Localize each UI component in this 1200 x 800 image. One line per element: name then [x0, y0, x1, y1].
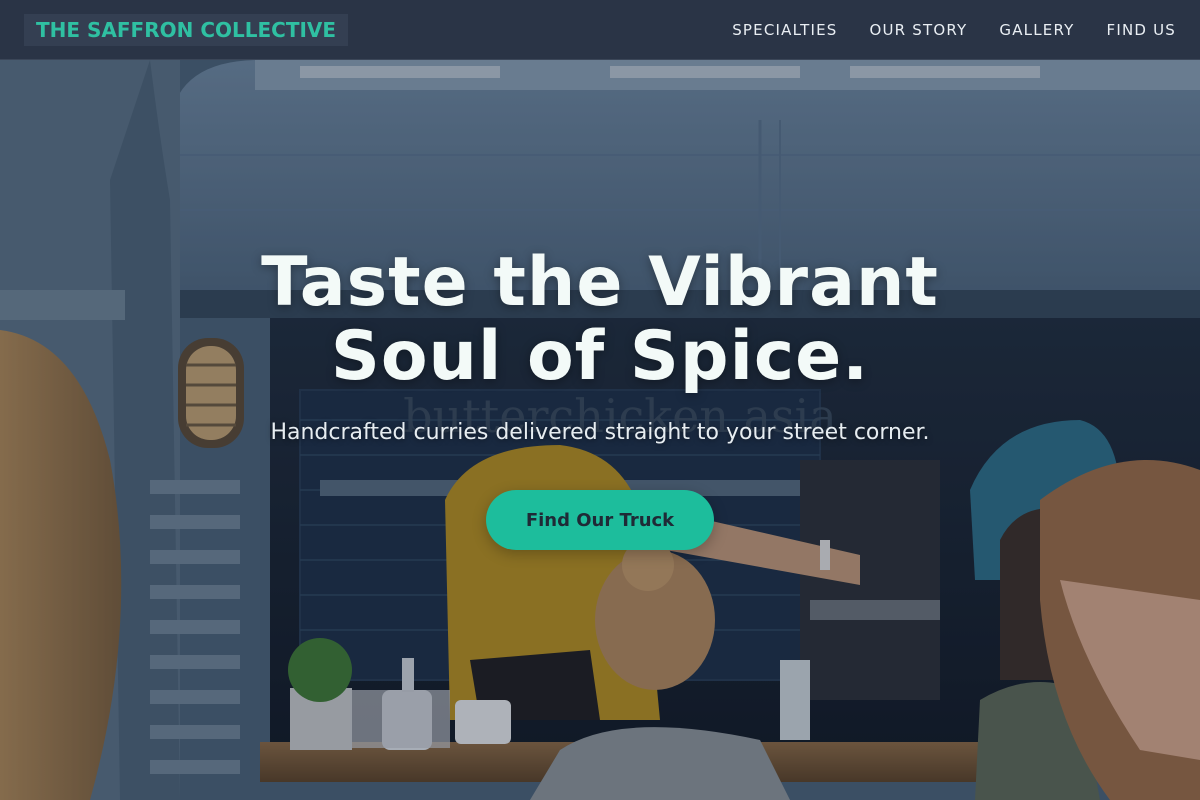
- page: THE SAFFRON COLLECTIVE SPECIALTIES OUR S…: [0, 0, 1200, 800]
- hero-title-line-1: Taste the Vibrant: [261, 243, 939, 322]
- nav-link-specialties[interactable]: SPECIALTIES: [732, 21, 837, 39]
- hero-section: butterchicken asia Taste the Vibrant Sou…: [0, 60, 1200, 800]
- hero-title: Taste the Vibrant Soul of Spice.: [0, 246, 1200, 394]
- nav-link-gallery[interactable]: GALLERY: [999, 21, 1074, 39]
- top-navbar: THE SAFFRON COLLECTIVE SPECIALTIES OUR S…: [0, 0, 1200, 60]
- hero-subtitle: Handcrafted curries delivered straight t…: [270, 420, 930, 445]
- nav-link-our-story[interactable]: OUR STORY: [869, 21, 967, 39]
- hero-content: Taste the Vibrant Soul of Spice. Handcra…: [0, 60, 1200, 800]
- brand-logo[interactable]: THE SAFFRON COLLECTIVE: [24, 14, 349, 46]
- main-nav: SPECIALTIES OUR STORY GALLERY FIND US: [732, 0, 1176, 60]
- find-our-truck-button[interactable]: Find Our Truck: [486, 490, 714, 550]
- hero-title-line-2: Soul of Spice.: [330, 317, 870, 396]
- nav-link-find-us[interactable]: FIND US: [1107, 21, 1177, 39]
